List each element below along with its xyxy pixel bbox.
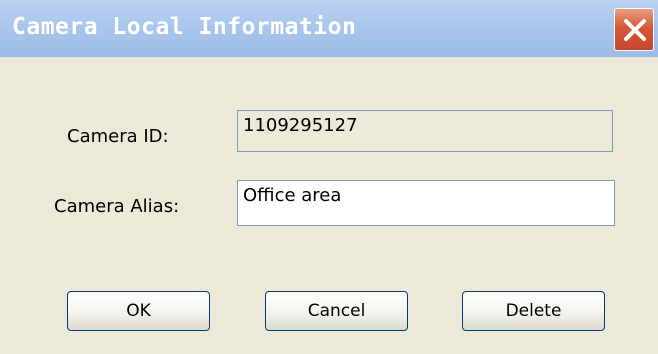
camera-alias-input[interactable]: Office area <box>237 180 615 226</box>
camera-info-dialog: Camera Local Information Camera ID: 1109… <box>0 0 658 354</box>
camera-id-label: Camera ID: <box>67 126 169 147</box>
close-button[interactable] <box>614 8 654 51</box>
window-title: Camera Local Information <box>12 14 357 40</box>
close-icon <box>624 19 646 41</box>
delete-button[interactable]: Delete <box>462 291 605 331</box>
ok-button[interactable]: OK <box>67 291 210 331</box>
camera-alias-label: Camera Alias: <box>54 196 180 217</box>
title-bar[interactable]: Camera Local Information <box>0 0 658 57</box>
cancel-button[interactable]: Cancel <box>265 291 408 331</box>
camera-id-field: 1109295127 <box>237 110 613 152</box>
